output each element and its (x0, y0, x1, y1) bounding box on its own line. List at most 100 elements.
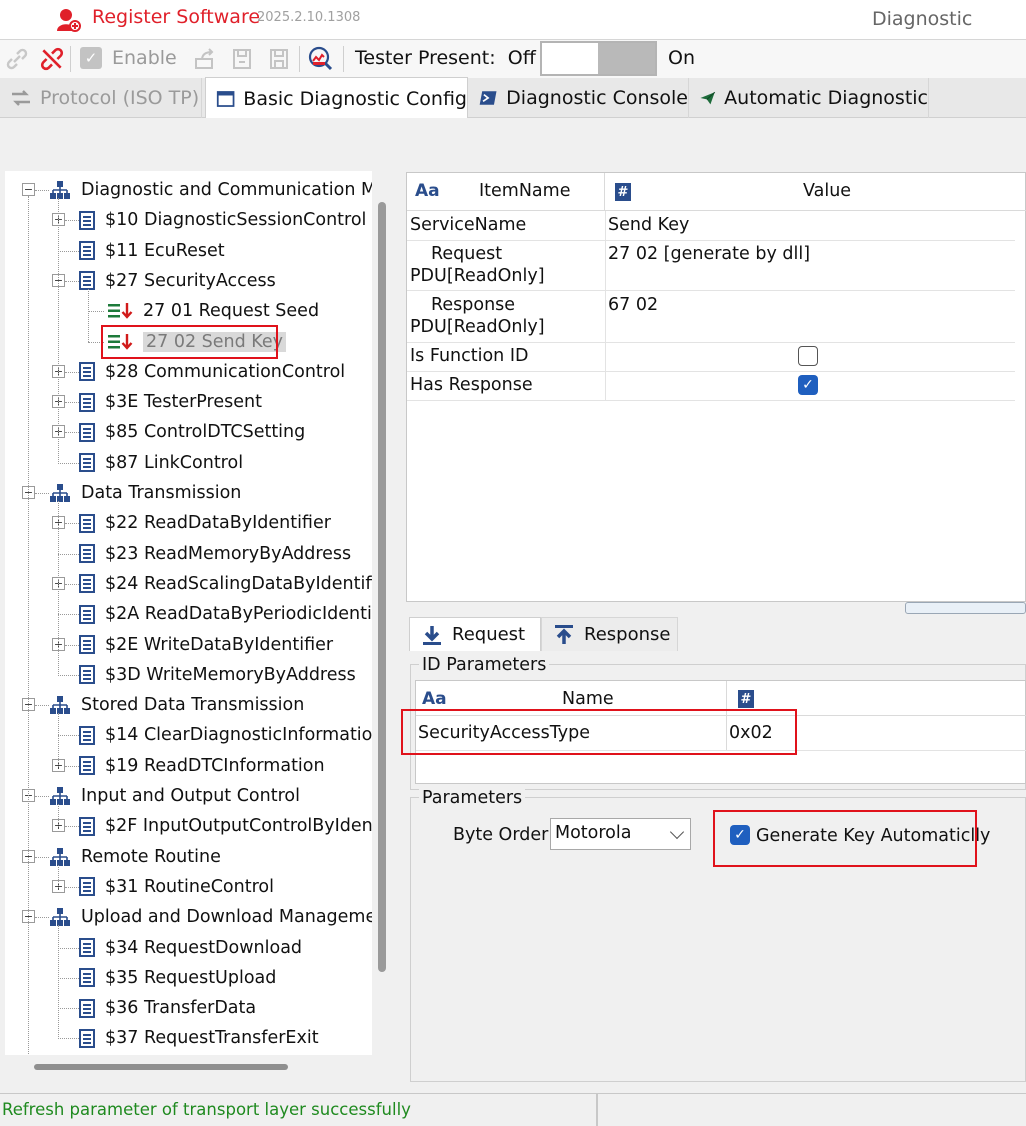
tree-vertical-scrollbar[interactable] (378, 202, 386, 972)
tree-service-node[interactable]: $36 TransferData (79, 993, 256, 1023)
tree-item-label: Data Transmission (81, 483, 242, 503)
service-document-icon (79, 1028, 95, 1048)
tab-protocol-iso-tp[interactable]: Protocol (ISO TP) (0, 78, 202, 118)
tab-automatic-diagnostic[interactable]: Automatic Diagnostic (689, 78, 929, 118)
tree-group-node[interactable]: Diagnostic and Communication Mana (49, 175, 372, 205)
disconnect-link-icon[interactable] (37, 44, 67, 74)
chevron-down-icon (669, 824, 685, 840)
upload-arrow-icon (555, 624, 573, 644)
export-icon[interactable] (190, 44, 220, 74)
tree-service-node[interactable]: $2A ReadDataByPeriodicIdentifie (79, 599, 372, 629)
tab-content-header-band (0, 118, 1026, 170)
property-row-request-pdu[interactable]: Request PDU[ReadOnly] 27 02 [generate by… (407, 241, 1015, 291)
highlight-box (401, 709, 797, 755)
main-tab-strip: Protocol (ISO TP) Basic Diagnostic Confi… (0, 77, 1026, 119)
tester-present-off-label: Off (507, 47, 536, 69)
collapse-toggle-icon[interactable]: − (22, 183, 35, 196)
property-grid-horizontal-scrollbar[interactable] (905, 602, 1026, 614)
tree-group-node[interactable]: Data Transmission (49, 478, 241, 508)
register-user-icon[interactable] (56, 7, 82, 33)
service-property-grid: Aa ItemName # Value ServiceName Send Key… (406, 172, 1026, 602)
number-type-icon: # (738, 690, 754, 708)
property-name: ServiceName (410, 215, 527, 235)
tree-service-node[interactable]: $24 ReadScalingDataByIdentifier (79, 569, 372, 599)
property-row-servicename[interactable]: ServiceName Send Key (407, 211, 1015, 241)
status-separator (596, 1094, 598, 1126)
tree-service-node[interactable]: $2F InputOutputControlByIdenti (79, 811, 372, 841)
tree-group-node[interactable]: Remote Routine (49, 842, 221, 872)
tree-connector (35, 493, 49, 494)
tree-service-node[interactable]: $34 RequestDownload (79, 933, 302, 963)
tree-connector (58, 977, 79, 979)
tree-service-node[interactable]: $10 DiagnosticSessionControl (79, 205, 366, 235)
tree-service-node[interactable]: $19 ReadDTCInformation (79, 751, 325, 781)
byte-order-select[interactable]: Motorola (550, 818, 691, 850)
tree-item-label: $10 DiagnosticSessionControl (105, 210, 367, 231)
service-document-icon (79, 422, 95, 442)
tree-group-node[interactable]: Input and Output Control (49, 781, 300, 811)
tree-connector (65, 523, 79, 525)
tree-service-node[interactable]: $85 ControlDTCSetting (79, 417, 305, 447)
tree-item-label: $31 RoutineControl (105, 876, 274, 897)
register-software-link[interactable]: Register Software (92, 6, 260, 28)
tree-group-node[interactable]: Stored Data Transmission (49, 690, 304, 720)
send-icon (700, 91, 716, 105)
tree-connector (65, 432, 79, 434)
service-document-icon (79, 544, 95, 564)
tree-item-label: Upload and Download Management (81, 907, 372, 928)
enable-checkbox[interactable]: ✓ (80, 47, 102, 69)
column-header-name[interactable]: Name (562, 689, 614, 709)
tree-item-label: $2A ReadDataByPeriodicIdentifie (105, 604, 372, 625)
property-row-has-response[interactable]: Has Response ✓ (407, 372, 1015, 401)
id-parameters-title: ID Parameters (419, 655, 550, 675)
tree-service-node[interactable]: $23 ReadMemoryByAddress (79, 539, 351, 569)
tree-service-node[interactable]: $35 RequestUpload (79, 963, 276, 993)
service-document-icon (79, 210, 95, 230)
property-value: 67 02 (608, 295, 659, 315)
property-row-is-function-id[interactable]: Is Function ID (407, 343, 1015, 372)
tree-connector (58, 1008, 79, 1010)
tree-connector (58, 198, 59, 464)
tree-service-node[interactable]: $2E WriteDataByIdentifier (79, 630, 333, 660)
tree-service-node[interactable]: $14 ClearDiagnosticInformation (79, 720, 372, 750)
tree-horizontal-scrollbar[interactable] (34, 1064, 288, 1070)
column-header-value[interactable]: Value (803, 181, 851, 201)
diagnostic-scan-icon[interactable] (305, 44, 335, 74)
tester-present-toggle[interactable] (540, 41, 657, 76)
service-tree[interactable]: −Diagnostic and Communication Mana+$10 D… (5, 171, 372, 1055)
download-arrow-icon (423, 625, 441, 645)
column-header-itemname[interactable]: ItemName (479, 181, 570, 201)
tree-item-label: $2F InputOutputControlByIdenti (105, 816, 372, 837)
parameters-title: Parameters (419, 788, 526, 808)
is-function-id-checkbox[interactable] (798, 346, 818, 366)
tab-request[interactable]: Request (409, 617, 541, 651)
swap-icon (12, 90, 30, 106)
version-label: 2025.2.10.1308 (257, 10, 361, 25)
tab-diagnostic-console[interactable]: Diagnostic Console (468, 78, 689, 118)
tree-subfunction-node[interactable]: 27 01 Request Seed (107, 296, 319, 326)
tester-present-label: Tester Present: Off (355, 47, 536, 69)
tree-service-node[interactable]: $3E TesterPresent (79, 387, 262, 417)
has-response-checkbox[interactable]: ✓ (798, 375, 818, 395)
tab-label: Protocol (ISO TP) (40, 87, 200, 109)
import-icon[interactable] (227, 44, 257, 74)
tab-response[interactable]: Response (541, 617, 678, 651)
tree-service-node[interactable]: $3D WriteMemoryByAddress (79, 660, 356, 690)
tree-connector (65, 644, 79, 646)
tree-service-node[interactable]: $31 RoutineControl (79, 872, 274, 902)
tree-service-node[interactable]: $37 RequestTransferExit (79, 1023, 319, 1053)
tab-label: Automatic Diagnostic (724, 87, 928, 109)
save-icon[interactable] (264, 44, 294, 74)
tab-label: Diagnostic Console (506, 87, 688, 109)
property-row-response-pdu[interactable]: Response PDU[ReadOnly] 67 02 (407, 291, 1015, 343)
tree-service-node[interactable]: $27 SecurityAccess (79, 266, 276, 296)
tree-service-node[interactable]: $11 EcuReset (79, 236, 225, 266)
tree-connector (58, 713, 59, 767)
tree-service-node[interactable]: $28 CommunicationControl (79, 357, 345, 387)
tree-group-node[interactable]: Upload and Download Management (49, 902, 372, 932)
tree-service-node[interactable]: $87 LinkControl (79, 448, 243, 478)
tree-service-node[interactable]: $22 ReadDataByIdentifier (79, 508, 331, 538)
tree-connector (35, 796, 49, 797)
tab-basic-diagnostic-config[interactable]: Basic Diagnostic Config (205, 77, 468, 119)
connect-link-icon[interactable] (2, 44, 32, 74)
